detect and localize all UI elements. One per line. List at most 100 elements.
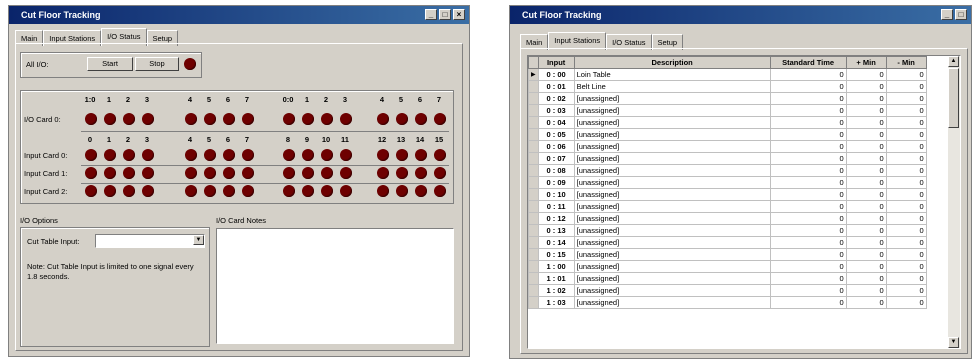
row-selector[interactable]	[528, 224, 539, 237]
row-selector[interactable]	[528, 260, 539, 273]
row-selector[interactable]	[528, 176, 539, 189]
input-cell[interactable]: 1 : 00	[537, 260, 575, 273]
minus-min-cell[interactable]: 0	[885, 224, 927, 237]
input-cell[interactable]: 0 : 09	[537, 176, 575, 189]
table-row[interactable]: 0 : 05 [unassigned] 0 0 0	[528, 128, 927, 141]
minimize-button[interactable]: _	[941, 9, 953, 20]
row-selector[interactable]	[528, 212, 539, 225]
minus-min-cell[interactable]: 0	[885, 188, 927, 201]
minus-min-cell[interactable]: 0	[885, 116, 927, 129]
input-cell[interactable]: 0 : 13	[537, 224, 575, 237]
row-selector[interactable]	[528, 188, 539, 201]
table-row[interactable]: 0 : 14 [unassigned] 0 0 0	[528, 236, 927, 249]
table-row[interactable]: 0 : 11 [unassigned] 0 0 0	[528, 200, 927, 213]
maximize-button[interactable]: □	[439, 9, 451, 20]
input-cell[interactable]: 0 : 10	[537, 188, 575, 201]
standard-time-cell[interactable]: 0	[769, 128, 847, 141]
minus-min-cell[interactable]: 0	[885, 176, 927, 189]
column-header-plus-min[interactable]: + Min	[845, 56, 887, 69]
row-selector[interactable]	[528, 140, 539, 153]
table-row[interactable]: 0 : 06 [unassigned] 0 0 0	[528, 140, 927, 153]
description-cell[interactable]: Belt Line	[573, 80, 771, 93]
input-cell[interactable]: 0 : 14	[537, 236, 575, 249]
table-row[interactable]: 0 : 02 [unassigned] 0 0 0	[528, 92, 927, 105]
plus-min-cell[interactable]: 0	[845, 224, 887, 237]
table-row[interactable]: 0 : 07 [unassigned] 0 0 0	[528, 152, 927, 165]
plus-min-cell[interactable]: 0	[845, 80, 887, 93]
description-cell[interactable]: [unassigned]	[573, 296, 771, 309]
description-cell[interactable]: [unassigned]	[573, 104, 771, 117]
standard-time-cell[interactable]: 0	[769, 296, 847, 309]
minus-min-cell[interactable]: 0	[885, 164, 927, 177]
description-cell[interactable]: [unassigned]	[573, 224, 771, 237]
table-row[interactable]: ▶ 0 : 00 Loin Table 0 0 0	[528, 68, 927, 81]
plus-min-cell[interactable]: 0	[845, 296, 887, 309]
standard-time-cell[interactable]: 0	[769, 176, 847, 189]
minimize-button[interactable]: _	[425, 9, 437, 20]
standard-time-cell[interactable]: 0	[769, 236, 847, 249]
plus-min-cell[interactable]: 0	[845, 152, 887, 165]
row-selector[interactable]	[528, 236, 539, 249]
standard-time-cell[interactable]: 0	[769, 248, 847, 261]
row-selector[interactable]	[528, 296, 539, 309]
vertical-scrollbar[interactable]: ▲ ▼	[948, 56, 960, 348]
minus-min-cell[interactable]: 0	[885, 200, 927, 213]
input-cell[interactable]: 0 : 06	[537, 140, 575, 153]
plus-min-cell[interactable]: 0	[845, 104, 887, 117]
column-header-description[interactable]: Description	[573, 56, 771, 69]
standard-time-cell[interactable]: 0	[769, 260, 847, 273]
row-selector[interactable]	[528, 284, 539, 297]
table-row[interactable]: 0 : 03 [unassigned] 0 0 0	[528, 104, 927, 117]
standard-time-cell[interactable]: 0	[769, 92, 847, 105]
plus-min-cell[interactable]: 0	[845, 164, 887, 177]
column-header-input[interactable]: Input	[537, 56, 575, 69]
standard-time-cell[interactable]: 0	[769, 116, 847, 129]
minus-min-cell[interactable]: 0	[885, 152, 927, 165]
start-button[interactable]: Start	[87, 57, 133, 71]
plus-min-cell[interactable]: 0	[845, 200, 887, 213]
input-cell[interactable]: 0 : 05	[537, 128, 575, 141]
plus-min-cell[interactable]: 0	[845, 212, 887, 225]
standard-time-cell[interactable]: 0	[769, 152, 847, 165]
input-cell[interactable]: 0 : 04	[537, 116, 575, 129]
description-cell[interactable]: [unassigned]	[573, 212, 771, 225]
description-cell[interactable]: [unassigned]	[573, 116, 771, 129]
scroll-up-arrow-icon[interactable]: ▲	[948, 56, 959, 67]
row-selector[interactable]	[528, 272, 539, 285]
plus-min-cell[interactable]: 0	[845, 116, 887, 129]
minus-min-cell[interactable]: 0	[885, 296, 927, 309]
plus-min-cell[interactable]: 0	[845, 176, 887, 189]
description-cell[interactable]: [unassigned]	[573, 248, 771, 261]
input-cell[interactable]: 1 : 02	[537, 284, 575, 297]
input-cell[interactable]: 0 : 00	[537, 68, 575, 81]
minus-min-cell[interactable]: 0	[885, 260, 927, 273]
title-bar[interactable]: Cut Floor Tracking _ □ ×	[9, 6, 469, 24]
table-row[interactable]: 0 : 09 [unassigned] 0 0 0	[528, 176, 927, 189]
column-header-standard-time[interactable]: Standard Time	[769, 56, 847, 69]
plus-min-cell[interactable]: 0	[845, 92, 887, 105]
standard-time-cell[interactable]: 0	[769, 68, 847, 81]
standard-time-cell[interactable]: 0	[769, 212, 847, 225]
table-row[interactable]: 0 : 04 [unassigned] 0 0 0	[528, 116, 927, 129]
minus-min-cell[interactable]: 0	[885, 68, 927, 81]
standard-time-cell[interactable]: 0	[769, 224, 847, 237]
standard-time-cell[interactable]: 0	[769, 284, 847, 297]
plus-min-cell[interactable]: 0	[845, 272, 887, 285]
scroll-thumb[interactable]	[948, 68, 959, 128]
description-cell[interactable]: [unassigned]	[573, 152, 771, 165]
input-cell[interactable]: 0 : 11	[537, 200, 575, 213]
input-cell[interactable]: 0 : 15	[537, 248, 575, 261]
table-row[interactable]: 0 : 12 [unassigned] 0 0 0	[528, 212, 927, 225]
input-cell[interactable]: 0 : 12	[537, 212, 575, 225]
plus-min-cell[interactable]: 0	[845, 248, 887, 261]
table-row[interactable]: 1 : 02 [unassigned] 0 0 0	[528, 284, 927, 297]
input-cell[interactable]: 0 : 07	[537, 152, 575, 165]
table-row[interactable]: 0 : 01 Belt Line 0 0 0	[528, 80, 927, 93]
standard-time-cell[interactable]: 0	[769, 164, 847, 177]
description-cell[interactable]: [unassigned]	[573, 164, 771, 177]
standard-time-cell[interactable]: 0	[769, 272, 847, 285]
standard-time-cell[interactable]: 0	[769, 188, 847, 201]
row-selector[interactable]	[528, 116, 539, 129]
minus-min-cell[interactable]: 0	[885, 236, 927, 249]
close-button[interactable]: ×	[453, 9, 465, 20]
